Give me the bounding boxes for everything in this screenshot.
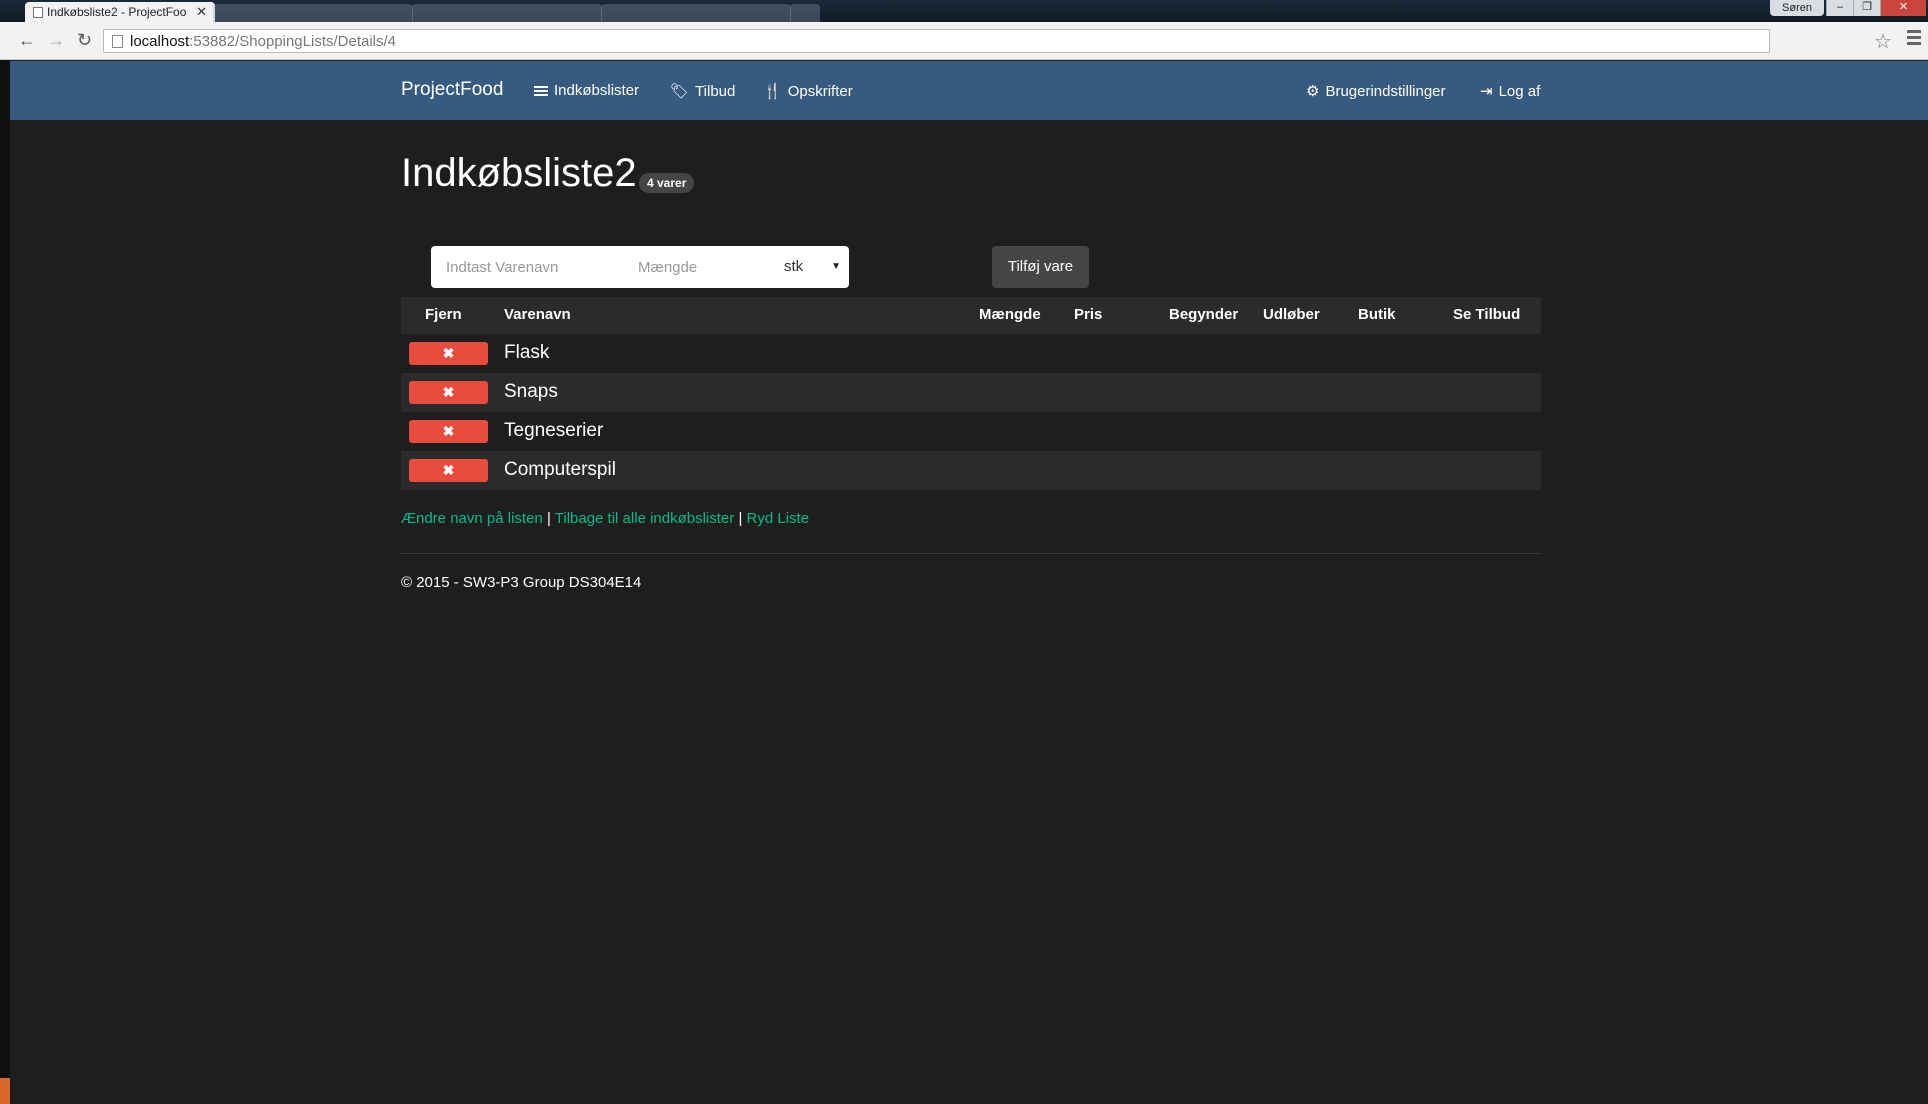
browser-tab-inactive[interactable] [601,4,791,22]
nav-indkobslister[interactable]: Indkøbslister [534,82,639,99]
item-name-input[interactable] [431,246,621,288]
brand-link[interactable]: ProjectFood [401,79,503,101]
site-navbar: ProjectFood Indkøbslister 🏷 Tilbud 🍴 Ops… [10,61,1928,120]
add-item-button[interactable]: Tilføj vare [992,246,1089,288]
browser-titlebar: Indkøbsliste2 - ProjectFoo ✕ Søren – ❐ ✕ [0,0,1928,22]
add-item-form: stk ▼ [431,246,849,288]
item-name: Snaps [504,381,558,402]
bookmark-star-icon[interactable]: ☆ [1874,29,1892,54]
column-header: Begynder [1169,306,1239,323]
column-header: Pris [1074,306,1103,323]
window-controls: – ❐ ✕ [1826,0,1926,16]
browser-toolbar: ← → ↻ localhost:53882/ShoppingLists/Deta… [0,22,1928,60]
browser-tab-inactive[interactable] [213,4,413,22]
maximize-icon[interactable]: ❐ [1853,0,1880,16]
item-name: Tegneserier [504,420,604,441]
nav-label: Opskrifter [787,82,853,100]
clear-list-link[interactable]: Ryd Liste [747,510,810,527]
window-user-badge[interactable]: Søren [1770,0,1824,16]
item-name: Flask [504,342,550,363]
link-separator: | [738,510,743,527]
nav-tilbud[interactable]: 🏷 Tilbud [670,82,736,101]
table-row: ✖ Flask [401,334,1541,373]
logout-icon: ⇥ [1480,83,1493,100]
footer-divider [401,553,1541,554]
remove-icon: ✖ [442,462,455,478]
new-tab-button[interactable] [790,4,820,22]
cutlery-icon: 🍴 [763,83,782,100]
remove-icon: ✖ [442,345,455,361]
footer-text: © 2015 - SW3-P3 Group DS304E14 [401,574,642,591]
back-to-lists-link[interactable]: Tilbage til alle indkøbslister [555,510,735,527]
browser-tab-inactive[interactable] [412,4,602,22]
table-row: ✖ Snaps [401,373,1541,412]
column-header: Mængde [979,306,1041,323]
reload-icon[interactable]: ↻ [77,31,92,49]
list-icon [534,84,548,98]
remove-icon: ✖ [442,423,455,439]
table-header: Fjern Varenavn Mængde Pris Begynder Udlø… [401,297,1541,334]
nav-label: Tilbud [695,82,736,100]
url-path: :53882/ShoppingLists/Details/4 [189,33,397,50]
quantity-input[interactable] [623,246,763,288]
rename-list-link[interactable]: Ændre navn på listen [401,510,543,527]
unit-select[interactable]: stk ▼ [784,246,849,288]
remove-item-button[interactable]: ✖ [409,459,488,482]
column-header: Se Tilbud [1453,306,1521,323]
nav-opskrifter[interactable]: 🍴 Opskrifter [763,82,853,101]
nav-label: Log af [1498,82,1541,100]
remove-item-button[interactable]: ✖ [409,381,488,404]
browser-menu-icon[interactable] [1907,30,1921,48]
nav-brugerindstillinger[interactable]: ⚙ Brugerindstillinger [1306,82,1446,101]
remove-icon: ✖ [442,384,455,400]
back-arrow-icon[interactable]: ← [18,31,36,49]
column-header: Fjern [425,306,462,323]
forward-arrow-icon[interactable]: → [47,31,65,49]
page-icon [112,35,123,48]
column-header: Butik [1358,306,1396,323]
table-row: ✖ Computerspil [401,451,1541,490]
browser-tab-active[interactable]: Indkøbsliste2 - ProjectFoo ✕ [25,2,215,22]
remove-item-button[interactable]: ✖ [409,342,488,365]
items-table: Fjern Varenavn Mængde Pris Begynder Udlø… [401,297,1541,490]
column-header: Varenavn [504,306,571,323]
window-close-icon[interactable]: ✕ [1880,0,1926,16]
taskbar-edge-marker [0,1078,10,1104]
tab-title: Indkøbsliste2 - ProjectFoo [47,5,187,19]
tab-close-icon[interactable]: ✕ [196,4,207,20]
remove-item-button[interactable]: ✖ [409,420,488,443]
address-bar[interactable]: localhost:53882/ShoppingLists/Details/4 [103,29,1770,53]
gear-icon: ⚙ [1306,83,1320,100]
table-row: ✖ Tegneserier [401,412,1541,451]
nav-label: Brugerindstillinger [1325,82,1446,100]
page-favicon-icon [33,7,43,18]
nav-label: Indkøbslister [554,82,640,99]
link-separator: | [546,510,551,527]
caret-down-icon: ▼ [831,261,841,272]
url-host: localhost [130,33,190,50]
minimize-icon[interactable]: – [1826,0,1853,16]
page-title: Indkøbsliste2 [401,151,637,195]
tags-icon: 🏷 [670,83,690,100]
left-edge-strip [0,60,10,1104]
column-header: Udløber [1263,306,1320,323]
item-count-badge: 4 varer [639,173,695,193]
nav-log-af[interactable]: ⇥ Log af [1480,82,1541,101]
list-actions: Ændre navn på listen | Tilbage til alle … [401,510,809,527]
unit-value: stk [784,258,804,275]
item-name: Computerspil [504,459,616,480]
